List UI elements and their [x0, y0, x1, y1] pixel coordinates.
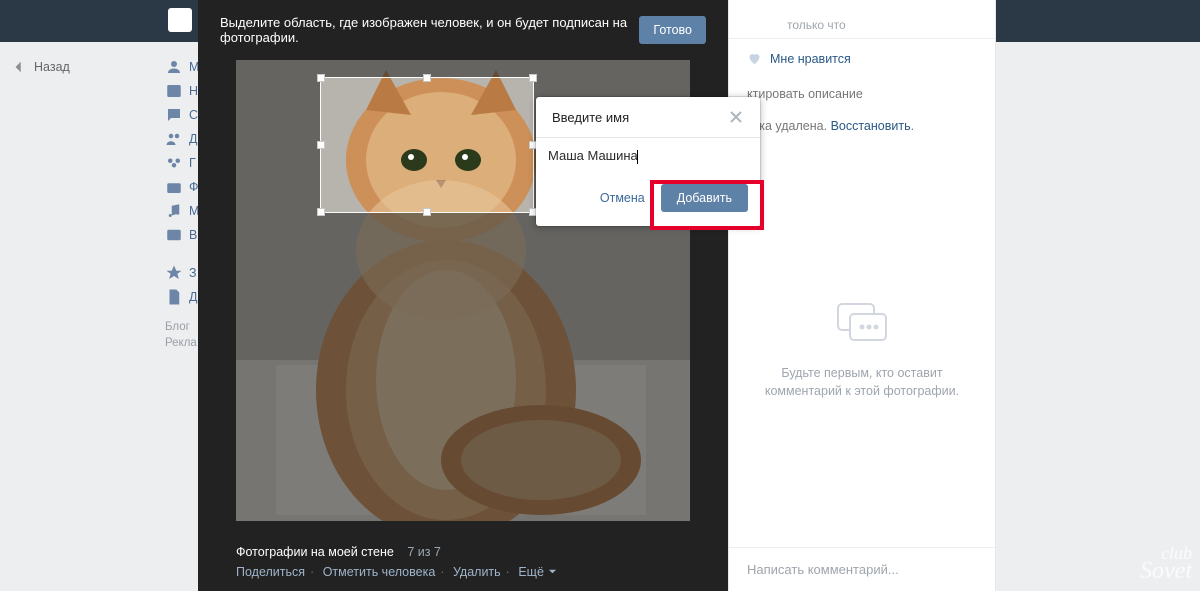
edit-description[interactable]: ктировать описание	[729, 78, 995, 110]
name-input[interactable]: Маша Машина	[548, 148, 638, 163]
groups-icon	[165, 154, 183, 172]
star-icon	[165, 264, 183, 282]
tag-name-popup: Введите имя Маша Машина Отмена Добавить	[536, 97, 760, 226]
dim-overlay	[236, 213, 690, 521]
done-button[interactable]: Готово	[639, 16, 706, 44]
restore-link[interactable]: Восстановить	[831, 119, 911, 133]
photo-time: только что	[747, 18, 977, 32]
tag-person-link[interactable]: Отметить человека	[323, 565, 436, 579]
more-link[interactable]: Ещё	[518, 565, 557, 579]
resize-handle[interactable]	[423, 74, 431, 82]
popup-title: Введите имя	[552, 110, 728, 125]
resize-handle[interactable]	[317, 141, 325, 149]
like-button[interactable]: Мне нравится	[729, 38, 995, 78]
watermark: club Sovet	[1140, 543, 1192, 585]
heart-icon	[747, 51, 762, 66]
write-comment-input[interactable]: Написать комментарий...	[729, 547, 995, 591]
back-link[interactable]: Назад	[12, 60, 70, 74]
tag-deleted-row: етка удалена. Восстановить.	[729, 110, 995, 142]
camera-icon	[165, 178, 183, 196]
comments-icon	[832, 300, 892, 350]
video-icon	[165, 226, 183, 244]
close-icon[interactable]	[728, 109, 744, 125]
photo-viewer: Выделите область, где изображен человек,…	[198, 0, 728, 591]
doc-icon	[165, 288, 183, 306]
friends-icon	[165, 130, 183, 148]
tag-instruction-bar: Выделите область, где изображен человек,…	[198, 0, 728, 60]
photo-counter: 7 из 7	[407, 545, 441, 559]
album-name[interactable]: Фотографии на моей стене	[236, 545, 394, 559]
vk-logo[interactable]	[168, 8, 192, 32]
chevron-left-icon	[12, 60, 26, 74]
photo-right-pane: только что Мне нравится ктировать описан…	[728, 0, 996, 591]
dim-overlay	[236, 60, 690, 77]
tag-crop-rect[interactable]	[320, 77, 534, 213]
cancel-button[interactable]: Отмена	[594, 184, 651, 212]
resize-handle[interactable]	[423, 208, 431, 216]
instruction-text: Выделите область, где изображен человек,…	[220, 15, 639, 45]
no-comments: Будьте первым, кто оставит комментарий к…	[729, 300, 995, 400]
music-icon	[165, 202, 183, 220]
add-button[interactable]: Добавить	[661, 184, 748, 212]
chevron-down-icon	[548, 567, 557, 576]
dim-overlay	[236, 77, 320, 213]
share-link[interactable]: Поделиться	[236, 565, 305, 579]
resize-handle[interactable]	[529, 74, 537, 82]
delete-link[interactable]: Удалить	[453, 565, 501, 579]
back-label: Назад	[34, 60, 70, 74]
chat-icon	[165, 106, 183, 124]
user-icon	[165, 58, 183, 76]
photo-footer: Фотографии на моей стене 7 из 7 Поделить…	[236, 545, 700, 579]
resize-handle[interactable]	[317, 208, 325, 216]
resize-handle[interactable]	[317, 74, 325, 82]
news-icon	[165, 82, 183, 100]
